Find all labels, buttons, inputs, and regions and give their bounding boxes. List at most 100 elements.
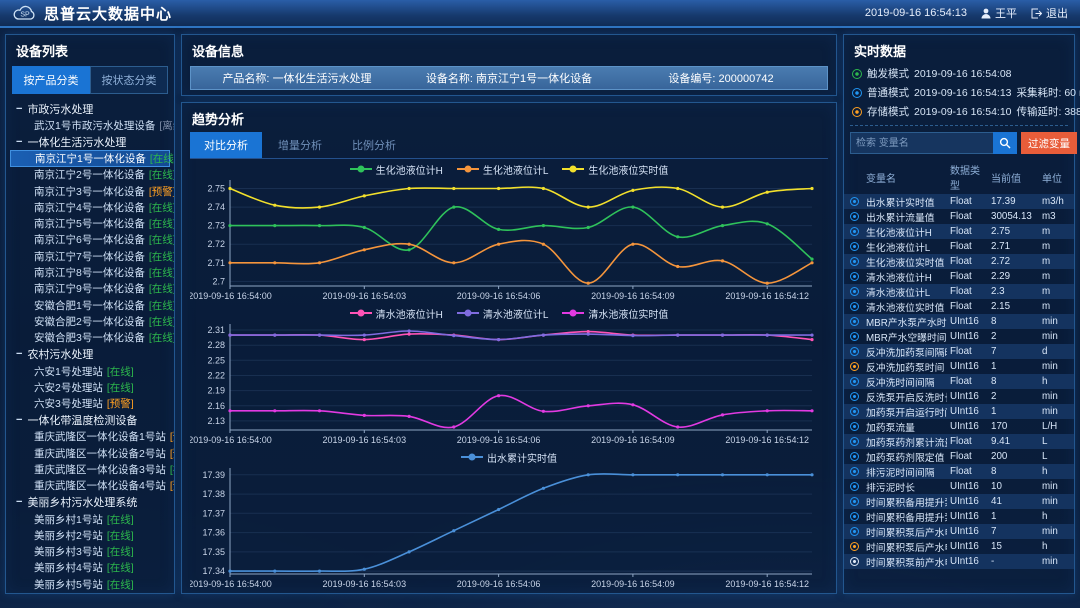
- table-row[interactable]: MBR产水泵产水时间分UInt168min: [844, 314, 1074, 329]
- chart-legend: 生化池液位计H 生化池液位计L 生化池液位实时值: [190, 161, 828, 177]
- table-row[interactable]: 加药泵药剂限定值Float200L: [844, 449, 1074, 464]
- search-input[interactable]: [850, 132, 993, 154]
- table-row[interactable]: 加药泵开启运行时间UInt161min: [844, 404, 1074, 419]
- device-item[interactable]: 重庆武隆区一体化设备2号站[预警]: [10, 445, 170, 461]
- filter-variable-button[interactable]: 过滤变量: [1021, 132, 1077, 154]
- tree-group-header[interactable]: −农村污水处理: [10, 346, 170, 363]
- tab-increment-analysis[interactable]: 增量分析: [264, 132, 336, 158]
- device-item[interactable]: 南京江宁4号一体化设备[在线]: [10, 199, 170, 215]
- variable-unit: m: [1042, 241, 1068, 252]
- device-status-badge: [在线]: [149, 314, 174, 329]
- variable-value: 17.39: [991, 196, 1039, 207]
- search-button[interactable]: [993, 132, 1017, 154]
- device-item[interactable]: 武汉1号市政污水处理设备[离线]: [10, 117, 170, 133]
- device-item[interactable]: 南京江宁8号一体化设备[在线]: [10, 264, 170, 280]
- variable-unit: min: [1042, 496, 1068, 507]
- table-row[interactable]: 清水池液位计LFloat2.3m: [844, 284, 1074, 299]
- variable-status-icon: [850, 272, 859, 281]
- legend-item[interactable]: 出水累计实时值: [461, 450, 557, 465]
- tree-group-header[interactable]: −一体化生活污水处理: [10, 133, 170, 150]
- tab-by-product[interactable]: 按产品分类: [12, 66, 90, 94]
- table-row[interactable]: 时间累积泵前产水电动阀分UInt16-min: [844, 554, 1074, 569]
- device-item[interactable]: 安徽合肥3号一体化设备[在线]: [10, 330, 170, 346]
- device-item[interactable]: 南京江宁2号一体化设备[在线]: [10, 167, 170, 183]
- device-item[interactable]: 南京江宁3号一体化设备[预警]: [10, 183, 170, 199]
- table-row[interactable]: 排污泥时间间隔Float8h: [844, 464, 1074, 479]
- col-unit[interactable]: 单位: [1042, 170, 1068, 185]
- variable-icon-cell: [850, 542, 863, 551]
- device-item[interactable]: 美丽乡村5号站[在线]: [10, 576, 170, 592]
- variable-value: 1: [991, 511, 1039, 522]
- device-status-badge: [在线]: [149, 249, 174, 264]
- col-data-type[interactable]: 数据类型: [950, 162, 988, 192]
- svg-text:2.19: 2.19: [207, 386, 225, 396]
- device-item[interactable]: 六安3号处理站[预警]: [10, 395, 170, 411]
- device-item[interactable]: 重庆武隆区一体化设备3号站[在线]: [10, 461, 170, 477]
- logout-button[interactable]: 退出: [1031, 5, 1068, 21]
- legend-item[interactable]: 清水池液位计H: [350, 306, 443, 321]
- table-row[interactable]: 出水累计实时值Float17.39m3/h: [844, 194, 1074, 209]
- device-item[interactable]: 南京江宁5号一体化设备[在线]: [10, 215, 170, 231]
- device-item[interactable]: 六安1号处理站[在线]: [10, 363, 170, 379]
- legend-item[interactable]: 生化池液位计L: [457, 162, 549, 177]
- device-item[interactable]: 六安2号处理站[在线]: [10, 379, 170, 395]
- tab-compare-analysis[interactable]: 对比分析: [190, 132, 262, 158]
- tree-group-header[interactable]: −一体化带温度检测设备: [10, 412, 170, 429]
- collapse-icon[interactable]: −: [16, 496, 22, 508]
- device-item[interactable]: 美丽乡村3号站[在线]: [10, 544, 170, 560]
- table-row[interactable]: 反冲洗时间间隔Float8h: [844, 374, 1074, 389]
- legend-item[interactable]: 清水池液位实时值: [562, 306, 668, 321]
- table-row[interactable]: 时间累积备用提升泵时UInt161h: [844, 509, 1074, 524]
- device-item[interactable]: 安徽合肥1号一体化设备[在线]: [10, 297, 170, 313]
- table-row[interactable]: 反冲洗加药泵间隔时间Float7d: [844, 344, 1074, 359]
- variable-value: 8: [991, 316, 1039, 327]
- variable-status-icon: [850, 482, 859, 491]
- table-row[interactable]: 加药泵流量UInt16170L/H: [844, 419, 1074, 434]
- table-row[interactable]: 生化池液位实时值Float2.72m: [844, 254, 1074, 269]
- device-item[interactable]: 重庆武隆区一体化设备4号站[预警]: [10, 478, 170, 494]
- table-row[interactable]: 生化池液位计HFloat2.75m: [844, 224, 1074, 239]
- tab-by-status[interactable]: 按状态分类: [90, 66, 168, 94]
- device-item[interactable]: 美丽乡村2号站[在线]: [10, 527, 170, 543]
- tree-group-header[interactable]: −美丽乡村污水处理系统: [10, 494, 170, 511]
- table-row[interactable]: 反洗泵开启反洗时长UInt162min: [844, 389, 1074, 404]
- collapse-icon[interactable]: −: [16, 414, 22, 426]
- product-name-field: 产品名称: 一体化生活污水处理: [191, 70, 403, 86]
- table-row[interactable]: 生化池液位计LFloat2.71m: [844, 239, 1074, 254]
- legend-item[interactable]: 生化池液位计H: [350, 162, 443, 177]
- legend-item[interactable]: 生化池液位实时值: [562, 162, 668, 177]
- table-row[interactable]: 时间累积泵后产水电动阀分UInt167min: [844, 524, 1074, 539]
- col-current-value[interactable]: 当前值: [991, 170, 1039, 185]
- user-menu[interactable]: 王平: [981, 5, 1017, 21]
- table-row[interactable]: 出水累计流量值Float30054.13m3: [844, 209, 1074, 224]
- collapse-icon[interactable]: −: [16, 103, 22, 115]
- device-item[interactable]: 美丽乡村4号站[在线]: [10, 560, 170, 576]
- table-row[interactable]: 加药泵药剂累计流量Float9.41L: [844, 434, 1074, 449]
- table-row[interactable]: 清水池液位计HFloat2.29m: [844, 269, 1074, 284]
- device-name: 南京江宁4号一体化设备: [34, 200, 145, 215]
- table-row[interactable]: 反冲洗加药泵时间UInt161min: [844, 359, 1074, 374]
- product-name-value: 一体化生活污水处理: [273, 73, 372, 85]
- variable-status-icon: [850, 287, 859, 296]
- device-item[interactable]: 南京江宁7号一体化设备[在线]: [10, 248, 170, 264]
- device-item[interactable]: 南京江宁1号一体化设备[在线]: [10, 150, 170, 166]
- table-row[interactable]: 清水池液位实时值Float2.15m: [844, 299, 1074, 314]
- legend-item[interactable]: 清水池液位计L: [457, 306, 549, 321]
- col-variable-name[interactable]: 变量名: [866, 170, 947, 185]
- device-item[interactable]: 南京江宁9号一体化设备[在线]: [10, 281, 170, 297]
- tab-ratio-analysis[interactable]: 比例分析: [338, 132, 410, 158]
- realtime-data-panel: 实时数据 触发模式 2019-09-16 16:54:08 普通模式 2019-…: [843, 34, 1075, 594]
- device-item[interactable]: 美丽乡村1号站[在线]: [10, 511, 170, 527]
- collapse-icon[interactable]: −: [16, 348, 22, 360]
- device-item[interactable]: 安徽合肥2号一体化设备[在线]: [10, 313, 170, 329]
- table-row[interactable]: 时间累积备用提升泵分UInt1641min: [844, 494, 1074, 509]
- tree-group-header[interactable]: −市政污水处理: [10, 100, 170, 117]
- device-item[interactable]: 南京江宁6号一体化设备[在线]: [10, 232, 170, 248]
- device-item[interactable]: 重庆武隆区一体化设备1号站[预警]: [10, 429, 170, 445]
- table-row[interactable]: 排污泥时长UInt1610min: [844, 479, 1074, 494]
- svg-text:17.38: 17.38: [202, 489, 225, 499]
- collapse-icon[interactable]: −: [16, 136, 22, 148]
- table-row[interactable]: 时间累积泵后产水电动阀时UInt1615h: [844, 539, 1074, 554]
- table-row[interactable]: MBR产水空曝时间分UInt162min: [844, 329, 1074, 344]
- device-item[interactable]: 美丽乡村6号站[预警]: [10, 592, 170, 593]
